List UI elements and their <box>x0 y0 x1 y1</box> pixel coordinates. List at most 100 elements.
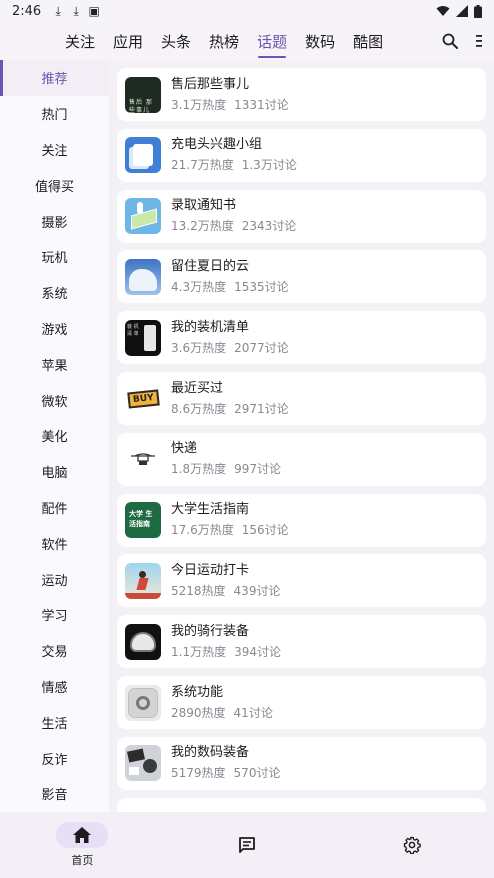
topic-card[interactable] <box>117 797 486 812</box>
status-time: 2:46 <box>12 3 42 19</box>
topic-meta: 1.8万热度 997讨论 <box>171 460 281 478</box>
nav-messages[interactable] <box>165 812 330 878</box>
topic-card[interactable]: 大学 生活指南 大学生活指南 17.6万热度 156讨论 <box>117 493 486 547</box>
tab-apps[interactable]: 应用 <box>104 22 152 60</box>
topic-discuss-count: 394讨论 <box>234 644 281 659</box>
nav-home[interactable]: 首页 <box>0 812 165 878</box>
topic-meta: 5218热度 439讨论 <box>171 582 280 600</box>
nav-settings[interactable] <box>329 812 494 878</box>
topic-card[interactable]: 售后 那些事儿 售后那些事儿 3.1万热度 1331讨论 <box>117 68 486 121</box>
topic-discuss-count: 439讨论 <box>233 583 281 598</box>
topic-discuss-count: 570讨论 <box>233 766 281 781</box>
topic-card[interactable]: 我的骑行装备 1.1万热度 394讨论 <box>117 615 486 669</box>
sidebar-item[interactable]: 游戏 <box>0 311 109 347</box>
sidebar-item[interactable]: 情感 <box>0 669 109 705</box>
sidebar-item[interactable]: 热门 <box>0 96 109 132</box>
sidebar-item[interactable]: 摄影 <box>0 203 109 239</box>
sidebar-item[interactable]: 电脑 <box>0 454 109 490</box>
topic-title: 快递 <box>171 441 198 457</box>
topic-discuss-count: 2971讨论 <box>234 401 289 416</box>
topic-text: 最近买过 8.6万热度 2971讨论 <box>171 380 289 418</box>
tab-headlines[interactable]: 头条 <box>152 22 200 60</box>
topic-card[interactable]: 快递 1.8万热度 997讨论 <box>117 432 486 486</box>
wifi-icon <box>436 6 450 16</box>
topic-discuss-count: 2343讨论 <box>241 219 297 234</box>
nav-home-indicator <box>56 822 109 848</box>
sidebar-item[interactable]: 影音 <box>0 776 109 812</box>
pc-build-icon: 装 机清 单 <box>125 319 161 356</box>
topic-card[interactable]: 装 机清 单我的装机清单 3.6万热度 2077讨论 <box>117 311 486 365</box>
topic-text: 大学生活指南 17.6万热度 156讨论 <box>171 501 289 539</box>
digital-gear-icon <box>125 745 161 782</box>
topic-discuss-count: 156讨论 <box>241 523 289 538</box>
tab-digital[interactable]: 数码 <box>296 22 344 60</box>
nav-settings-indicator <box>386 832 438 858</box>
topic-meta: 3.1万热度 1331讨论 <box>171 96 289 114</box>
sidebar-item[interactable]: 值得买 <box>0 167 109 203</box>
topic-card[interactable]: 我的数码装备 5179热度 570讨论 <box>117 736 486 790</box>
sidebar-item[interactable]: 美化 <box>0 418 109 454</box>
home-icon <box>73 827 92 843</box>
topic-heat: 8.6万热度 <box>171 401 227 416</box>
topic-meta: 8.6万热度 2971讨论 <box>171 400 289 418</box>
sidebar-item[interactable]: 交易 <box>0 633 109 669</box>
topic-title: 我的装机清单 <box>171 319 250 335</box>
tab-topics[interactable]: 话题 <box>248 22 296 60</box>
topic-text: 我的装机清单 3.6万热度 2077讨论 <box>171 319 289 357</box>
topic-discuss-count: 1.3万讨论 <box>241 158 297 173</box>
sidebar-item[interactable]: 推荐 <box>0 60 109 96</box>
topic-discuss-count: 1535讨论 <box>234 279 289 294</box>
sidebar-item[interactable]: 微软 <box>0 382 109 418</box>
sidebar-item[interactable]: 苹果 <box>0 346 109 382</box>
topic-card[interactable]: 今日运动打卡 5218热度 439讨论 <box>117 554 486 608</box>
tab-following[interactable]: 关注 <box>56 22 104 60</box>
sidebar-item[interactable]: 配件 <box>0 490 109 526</box>
topic-text: 今日运动打卡 5218热度 439讨论 <box>171 562 280 600</box>
topic-meta: 2890热度 41讨论 <box>171 704 273 722</box>
bottom-nav: 首页 <box>0 812 494 878</box>
college-guide-icon: 大学 生活指南 <box>125 502 161 539</box>
topic-list: 售后 那些事儿 售后那些事儿 3.1万热度 1331讨论充电头兴趣小组 21.7万热度 1… <box>109 60 494 812</box>
sidebar-item[interactable]: 关注 <box>0 132 109 168</box>
topic-card[interactable]: BUY 最近买过 8.6万热度 2971讨论 <box>117 372 486 425</box>
gear-icon <box>403 836 421 854</box>
topic-card[interactable]: 充电头兴趣小组 21.7万热度 1.3万讨论 <box>117 128 486 182</box>
topic-meta: 3.6万热度 2077讨论 <box>171 339 289 357</box>
topic-heat: 3.1万热度 <box>171 97 227 112</box>
topic-title: 最近买过 <box>171 380 224 396</box>
topic-title: 充电头兴趣小组 <box>171 137 263 153</box>
topic-text: 我的骑行装备 1.1万热度 394讨论 <box>171 623 281 661</box>
sidebar-item[interactable]: 软件 <box>0 525 109 561</box>
sidebar-item[interactable]: 运动 <box>0 561 109 597</box>
search-icon[interactable] <box>442 33 458 49</box>
sidebar-item[interactable]: 生活 <box>0 704 109 740</box>
sidebar-item[interactable]: 玩机 <box>0 239 109 275</box>
running-icon <box>125 562 161 599</box>
topic-text: 录取通知书 13.2万热度 2343讨论 <box>171 197 296 235</box>
topic-meta: 4.3万热度 1535讨论 <box>171 278 289 296</box>
topic-meta: 21.7万热度 1.3万讨论 <box>171 156 297 174</box>
topic-title: 我的骑行装备 <box>171 623 250 639</box>
topic-card[interactable]: 留住夏日的云 4.3万热度 1535讨论 <box>117 250 486 304</box>
topic-text: 留住夏日的云 4.3万热度 1535讨论 <box>171 258 289 296</box>
topic-title: 我的数码装备 <box>171 745 250 761</box>
download-icon: ⤓ <box>73 3 79 18</box>
tab-cool-images[interactable]: 酷图 <box>344 22 392 60</box>
topic-heat: 1.8万热度 <box>171 462 227 477</box>
topic-text: 快递 1.8万热度 997讨论 <box>171 440 281 478</box>
topic-text: 系统功能 2890热度 41讨论 <box>171 684 273 722</box>
topic-text: 充电头兴趣小组 21.7万热度 1.3万讨论 <box>171 136 297 174</box>
tab-hot-list[interactable]: 热榜 <box>200 22 248 60</box>
topic-meta: 13.2万热度 2343讨论 <box>171 217 296 235</box>
sidebar-item[interactable]: 学习 <box>0 597 109 633</box>
sidebar-item[interactable]: 反诈 <box>0 740 109 776</box>
signal-icon <box>456 5 468 17</box>
topic-heat: 4.3万热度 <box>171 279 227 294</box>
topic-card[interactable]: 系统功能 2890热度 41讨论 <box>117 676 486 729</box>
sidebar-item[interactable]: 系统 <box>0 275 109 311</box>
category-sidebar: 推荐 热门 关注 值得买 摄影 玩机 系统 游戏 苹果 微软 美化 电脑 配件 软件 运动 学习 交易 情感 生活反… <box>0 60 109 812</box>
topic-card[interactable]: 录取通知书 13.2万热度 2343讨论 <box>117 189 486 243</box>
menu-icon[interactable] <box>474 34 484 48</box>
image-notification-icon: ▣ <box>88 4 100 18</box>
topic-heat: 17.6万热度 <box>171 523 234 538</box>
